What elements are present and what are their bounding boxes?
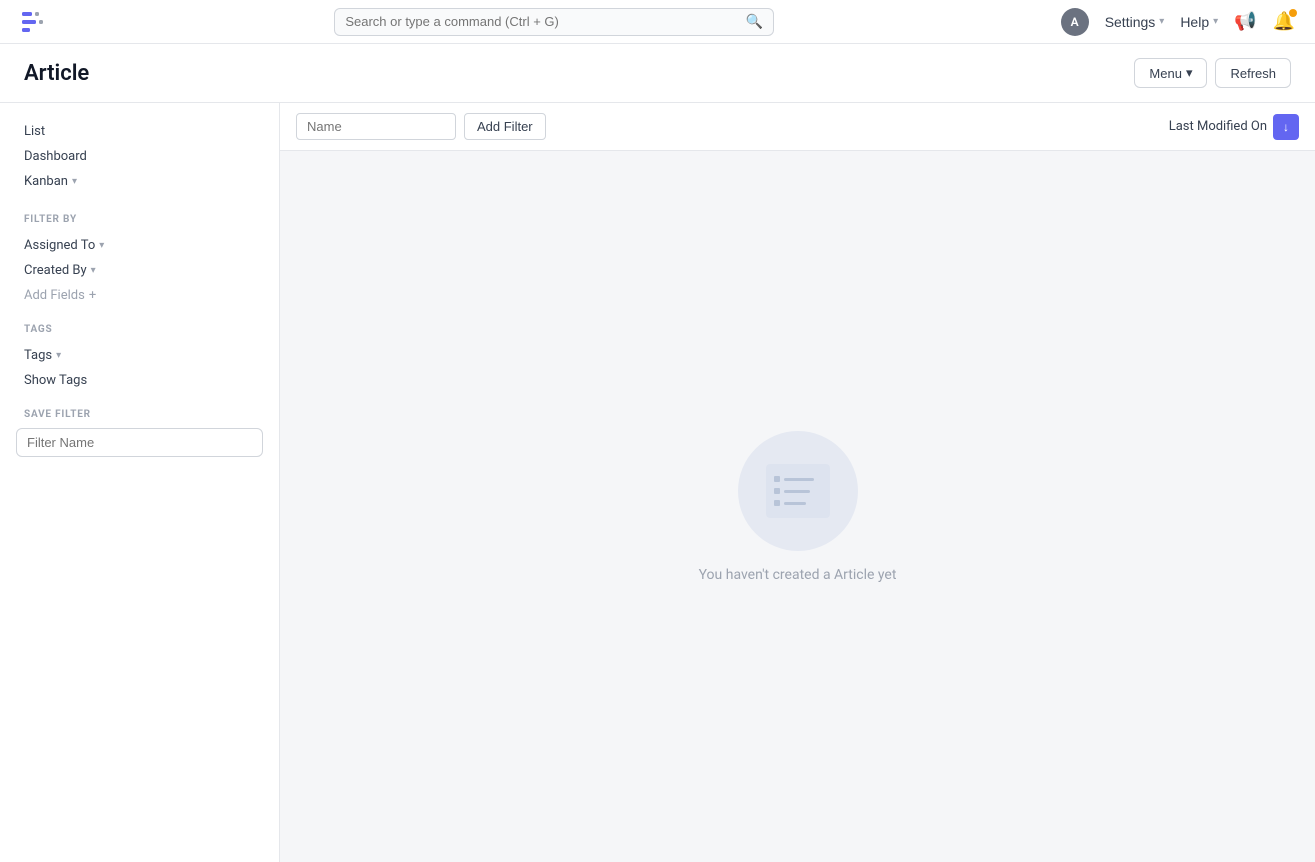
menu-button[interactable]: Menu ▾	[1134, 58, 1207, 88]
empty-state: You haven't created a Article yet	[280, 151, 1315, 862]
add-filter-button[interactable]: Add Filter	[464, 113, 546, 140]
settings-button[interactable]: Settings ▾	[1105, 14, 1165, 30]
help-button[interactable]: Help ▾	[1180, 14, 1218, 30]
search-input[interactable]	[345, 14, 746, 29]
filter-bar: Add Filter Last Modified On ↓	[280, 103, 1315, 151]
save-filter-section-label: SAVE FILTER	[16, 409, 263, 420]
page-header: Article Menu ▾ Refresh	[0, 44, 1315, 103]
sidebar-item-kanban[interactable]: Kanban ▾	[16, 169, 263, 194]
avatar[interactable]: A	[1061, 8, 1089, 36]
tags-dropdown[interactable]: Tags ▾	[16, 343, 263, 368]
empty-table-icon	[758, 456, 838, 526]
search-icon: 🔍	[746, 14, 763, 30]
content-area: List Dashboard Kanban ▾ FILTER BY Assign…	[0, 103, 1315, 862]
filter-bar-right: Last Modified On ↓	[1169, 114, 1299, 140]
main-content: Add Filter Last Modified On ↓	[280, 103, 1315, 862]
sort-down-icon: ↓	[1283, 120, 1289, 134]
top-navigation: 🔍 A Settings ▾ Help ▾ 📢 🔔	[0, 0, 1315, 44]
sidebar-item-list[interactable]: List	[16, 119, 263, 144]
filter-name-input[interactable]	[16, 428, 263, 457]
tags-caret-icon: ▾	[56, 350, 61, 361]
search-bar[interactable]: 🔍	[334, 8, 774, 36]
empty-illustration	[738, 431, 858, 551]
sort-button[interactable]: ↓	[1273, 114, 1299, 140]
assigned-to-filter[interactable]: Assigned To ▾	[16, 233, 263, 258]
last-modified-label: Last Modified On	[1169, 119, 1267, 134]
created-by-filter[interactable]: Created By ▾	[16, 258, 263, 283]
refresh-button[interactable]: Refresh	[1215, 58, 1291, 88]
tags-section-label: TAGS	[16, 324, 263, 335]
created-by-caret-icon: ▾	[91, 265, 96, 276]
name-filter-input[interactable]	[296, 113, 456, 140]
assigned-to-caret-icon: ▾	[99, 240, 104, 251]
notification-dot	[1289, 9, 1297, 17]
app-logo-icon[interactable]	[20, 8, 48, 36]
logo-area	[20, 8, 48, 36]
page-title: Article	[24, 61, 89, 86]
add-fields-button[interactable]: Add Fields +	[16, 283, 263, 308]
sidebar-item-dashboard[interactable]: Dashboard	[16, 144, 263, 169]
menu-caret-icon: ▾	[1186, 65, 1193, 81]
nav-right-actions: A Settings ▾ Help ▾ 📢 🔔	[1061, 8, 1295, 36]
sidebar: List Dashboard Kanban ▾ FILTER BY Assign…	[0, 103, 280, 862]
notifications-icon[interactable]: 🔔	[1273, 11, 1295, 32]
help-caret-icon: ▾	[1213, 16, 1218, 27]
announcements-icon[interactable]: 📢	[1234, 11, 1256, 32]
sidebar-navigation: List Dashboard Kanban ▾	[16, 119, 263, 194]
header-actions: Menu ▾ Refresh	[1134, 58, 1291, 88]
kanban-caret-icon: ▾	[72, 176, 77, 187]
settings-caret-icon: ▾	[1159, 16, 1164, 27]
search-area: 🔍	[334, 8, 774, 36]
show-tags-button[interactable]: Show Tags	[16, 368, 263, 393]
add-fields-plus-icon: +	[89, 288, 96, 303]
page-wrapper: Article Menu ▾ Refresh List Dashboard Ka…	[0, 0, 1315, 862]
filter-by-section-label: FILTER BY	[16, 214, 263, 225]
empty-text: You haven't created a Article yet	[699, 567, 897, 583]
